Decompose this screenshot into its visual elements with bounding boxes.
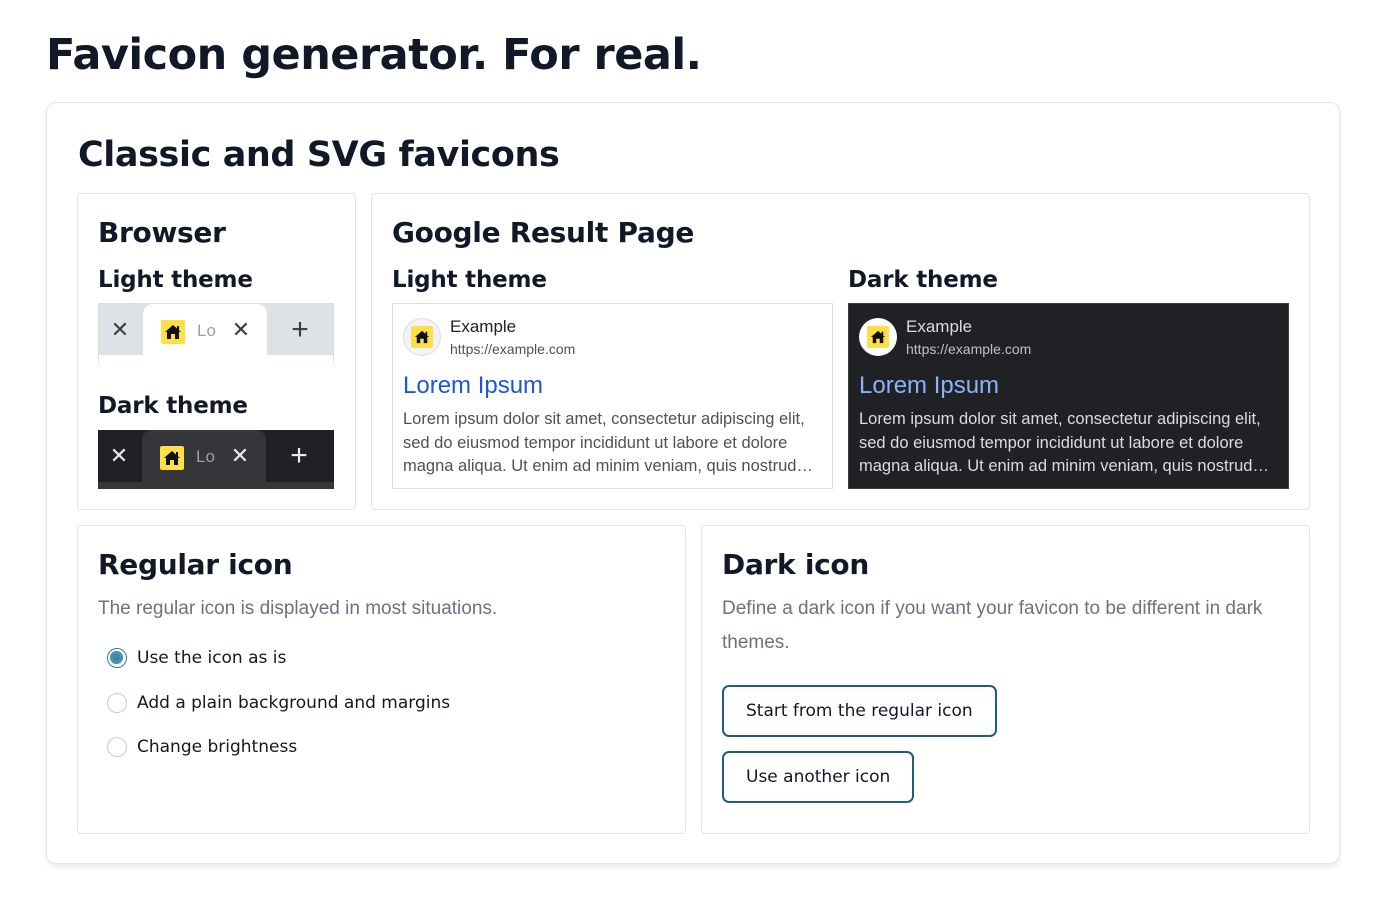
browser-light-label: Light theme	[98, 267, 253, 293]
tab-close-icon[interactable]: ✕	[228, 443, 252, 469]
plus-icon[interactable]: +	[286, 440, 312, 472]
browser-tab-active[interactable]: Lorem Ipsum ✕	[143, 304, 267, 362]
regular-icon-panel: Regular icon The regular icon is display…	[77, 525, 686, 834]
favicon-badge	[859, 318, 897, 356]
tab-title: Lorem Ipsum	[196, 447, 216, 466]
serp-light-label: Light theme	[392, 267, 547, 293]
plus-icon[interactable]: +	[287, 314, 313, 346]
use-another-icon-button[interactable]: Use another icon	[722, 751, 915, 803]
option-label: Add a plain background and margins	[137, 693, 451, 713]
start-from-regular-button[interactable]: Start from the regular icon	[722, 685, 997, 737]
close-icon[interactable]: ✕	[107, 443, 131, 469]
regular-icon-title: Regular icon	[98, 548, 293, 581]
regular-icon-description: The regular icon is displayed in most si…	[98, 598, 498, 619]
serp-result-light: Example https://example.com Lorem Ipsum …	[392, 303, 833, 489]
result-site-name: Example	[450, 317, 517, 336]
result-title-link[interactable]: Lorem Ipsum	[859, 372, 999, 400]
house-icon	[411, 326, 433, 348]
option-background-margins[interactable]: Add a plain background and margins	[107, 691, 450, 715]
serp-panel: Google Result Page Light theme Dark them…	[371, 193, 1310, 510]
result-url[interactable]: https://example.com	[906, 341, 1031, 357]
browser-tab-active[interactable]: Lorem Ipsum ✕	[142, 430, 266, 489]
favicons-card: Classic and SVG favicons Browser Light t…	[46, 102, 1340, 864]
serp-result-dark: Example https://example.com Lorem Ipsum …	[848, 303, 1289, 489]
dark-icon-title: Dark icon	[722, 548, 869, 581]
house-icon	[867, 326, 889, 348]
house-icon	[160, 446, 184, 470]
tab-title: Lorem Ipsum	[197, 321, 217, 340]
option-label: Change brightness	[137, 737, 298, 757]
option-use-as-is[interactable]: Use the icon as is	[107, 646, 286, 670]
radio-button[interactable]	[107, 648, 127, 668]
page-title: Favicon generator. For real.	[46, 30, 702, 80]
dark-icon-description: Define a dark icon if you want your favi…	[722, 598, 1263, 653]
close-icon[interactable]: ✕	[108, 317, 132, 343]
serp-title: Google Result Page	[392, 216, 695, 249]
browser-title: Browser	[98, 216, 226, 249]
tab-close-icon[interactable]: ✕	[229, 317, 253, 343]
browser-dark-label: Dark theme	[98, 393, 248, 419]
serp-dark-label: Dark theme	[848, 267, 998, 293]
house-icon	[161, 320, 185, 344]
favicon-badge	[403, 318, 441, 356]
result-snippet: Lorem ipsum dolor sit amet, consectetur …	[403, 410, 805, 475]
option-change-brightness[interactable]: Change brightness	[107, 735, 297, 759]
result-url[interactable]: https://example.com	[450, 341, 575, 357]
result-snippet: Lorem ipsum dolor sit amet, consectetur …	[859, 410, 1261, 475]
option-label: Use the icon as is	[137, 648, 287, 668]
section-title: Classic and SVG favicons	[78, 135, 560, 175]
dark-icon-panel: Dark icon Define a dark icon if you want…	[701, 525, 1310, 834]
radio-button[interactable]	[107, 737, 127, 757]
browser-tab-bar-light: ✕ Lorem Ipsum ✕ +	[98, 303, 334, 362]
result-title-link[interactable]: Lorem Ipsum	[403, 372, 543, 400]
browser-tab-bar-dark: ✕ Lorem Ipsum ✕ +	[98, 430, 334, 489]
result-site-name: Example	[906, 317, 973, 336]
radio-button[interactable]	[107, 693, 127, 713]
browser-panel: Browser Light theme ✕ Lorem Ipsum ✕ + Da…	[77, 193, 356, 510]
